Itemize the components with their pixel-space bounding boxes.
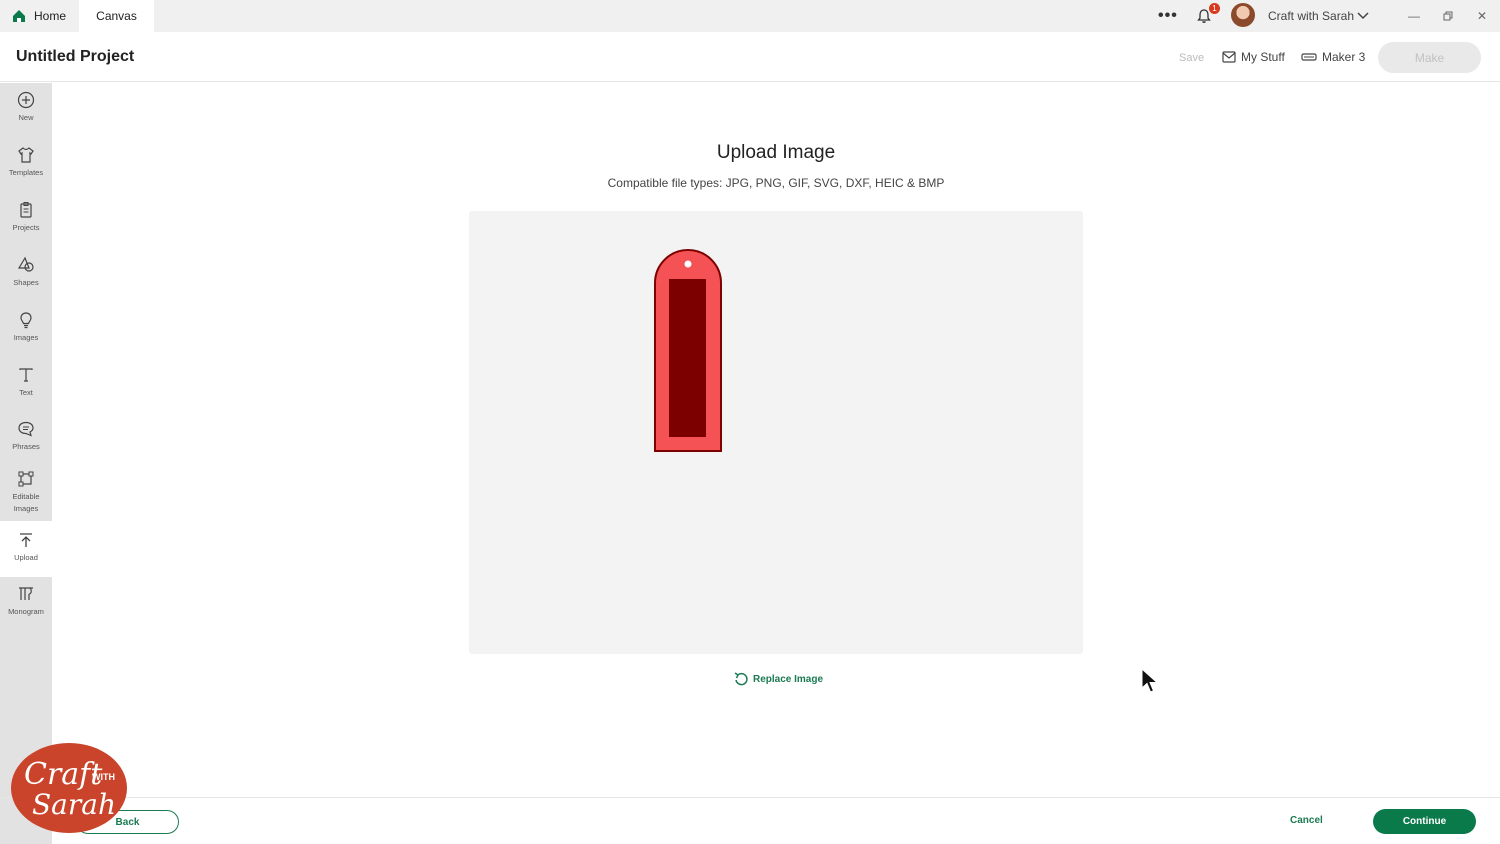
uploaded-tag-image (654, 249, 722, 452)
sidebar-item-label: Text (19, 388, 33, 397)
sidebar-item-label: Monogram (8, 607, 44, 616)
minimize-icon[interactable]: — (1399, 0, 1429, 32)
notification-badge: 1 (1209, 3, 1220, 14)
sidebar-item-monogram[interactable]: Monogram (0, 585, 52, 633)
refresh-icon (734, 672, 748, 686)
tab-canvas[interactable]: Canvas (79, 0, 154, 32)
machine-button[interactable]: Maker 3 (1301, 50, 1365, 64)
tab-canvas-label: Canvas (96, 9, 137, 23)
tab-home[interactable]: Home (0, 0, 78, 32)
username[interactable]: Craft with Sarah (1268, 0, 1354, 32)
make-button[interactable]: Make (1378, 42, 1481, 73)
sidebar: New Templates Projects Shapes Images Tex… (0, 83, 52, 844)
my-stuff-button[interactable]: My Stuff (1222, 50, 1285, 64)
tab-home-label: Home (34, 9, 67, 23)
more-options-icon[interactable]: ••• (1158, 0, 1178, 32)
avatar[interactable] (1231, 3, 1255, 27)
svg-text:Sarah: Sarah (32, 788, 116, 821)
continue-button[interactable]: Continue (1373, 809, 1476, 834)
machine-label: Maker 3 (1322, 50, 1366, 64)
machine-icon (1301, 53, 1317, 61)
sidebar-item-label: Images (13, 333, 39, 342)
sidebar-item-label: Projects (12, 223, 40, 232)
footer-bar: Back Cancel Continue (0, 797, 1500, 844)
craft-with-sarah-logo: Craft WITH Sarah (11, 743, 127, 833)
close-icon[interactable]: ✕ (1467, 0, 1497, 32)
sidebar-item-label: New (18, 113, 34, 122)
sidebar-item-shapes[interactable]: Shapes (0, 256, 52, 304)
sidebar-item-new[interactable]: New (0, 91, 52, 139)
sidebar-item-upload[interactable]: Upload (0, 521, 52, 577)
project-header: Untitled Project Save My Stuff Maker 3 M… (0, 32, 1500, 82)
sidebar-item-images[interactable]: Images (0, 311, 52, 359)
shirt-icon (18, 147, 34, 163)
chevron-down-icon[interactable] (1357, 0, 1371, 32)
clipboard-icon (20, 202, 32, 218)
my-stuff-label: My Stuff (1241, 50, 1285, 64)
shapes-icon (17, 256, 34, 272)
sidebar-item-phrases[interactable]: Phrases (0, 420, 52, 468)
save-button[interactable]: Save (1179, 52, 1204, 64)
speech-bubble-icon (18, 421, 34, 437)
sidebar-item-projects[interactable]: Projects (0, 201, 52, 249)
sidebar-item-label: Templates (8, 168, 44, 177)
cancel-button[interactable]: Cancel (1290, 815, 1323, 826)
svg-text:WITH: WITH (92, 772, 115, 782)
sidebar-item-label: Shapes (13, 278, 39, 287)
sidebar-item-label: Editable Images (12, 492, 40, 513)
editable-image-icon (18, 471, 34, 487)
page-title: Upload Image (716, 142, 836, 163)
mouse-cursor-icon (1141, 668, 1159, 693)
my-stuff-icon (1222, 51, 1236, 63)
file-types-note: Compatible file types: JPG, PNG, GIF, SV… (607, 176, 945, 190)
replace-image-label: Replace Image (753, 673, 824, 685)
image-preview (469, 211, 1083, 654)
text-icon (19, 368, 33, 382)
plus-circle-icon (17, 91, 35, 109)
restore-icon[interactable] (1433, 0, 1463, 32)
home-icon (13, 10, 25, 22)
upload-icon (20, 533, 32, 547)
sidebar-item-editable-images[interactable]: Editable Images (0, 470, 52, 520)
project-title[interactable]: Untitled Project (16, 48, 134, 66)
sidebar-item-label: Phrases (12, 442, 40, 451)
replace-image-button[interactable]: Replace Image (733, 671, 823, 687)
monogram-icon (19, 587, 33, 600)
sidebar-item-templates[interactable]: Templates (0, 146, 52, 194)
sidebar-item-text[interactable]: Text (0, 366, 52, 414)
title-bar: Home Canvas ••• 1 Craft with Sarah — ✕ (0, 0, 1500, 32)
lightbulb-icon (20, 312, 32, 329)
sidebar-item-label: Upload (14, 553, 38, 562)
